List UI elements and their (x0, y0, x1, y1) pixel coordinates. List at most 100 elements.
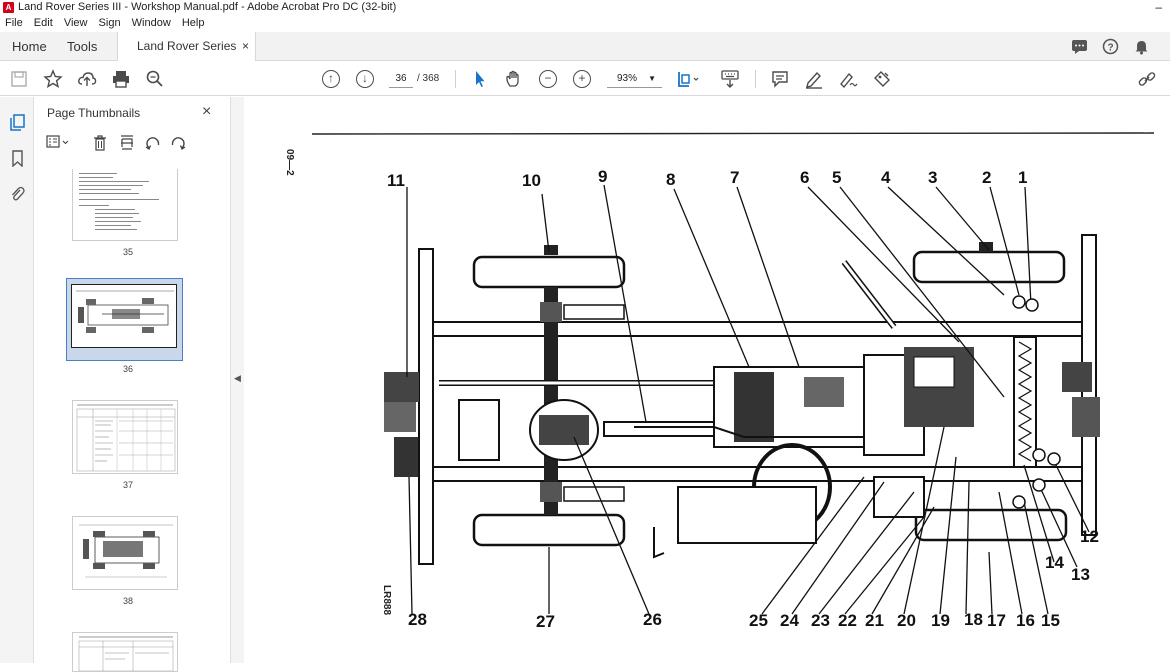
chassis-diagram (311, 132, 1155, 615)
zoom-out-icon[interactable]: − (539, 70, 557, 88)
thumbnail-options-icon[interactable] (46, 135, 70, 152)
zoom-value: 93% (617, 73, 638, 84)
window-title: Land Rover Series III - Workshop Manual.… (18, 1, 397, 13)
help-icon[interactable]: ? (1102, 38, 1119, 55)
callout-26: 26 (643, 610, 662, 629)
upload-cloud-icon[interactable] (77, 69, 97, 89)
tab-tools[interactable]: Tools (67, 32, 97, 61)
thumb-text-line (79, 199, 159, 200)
callout-24: 24 (780, 611, 799, 630)
thumbnail-page-36 (71, 284, 177, 348)
panel-collapse-handle[interactable]: ◀ (230, 97, 244, 663)
thumb-text-line (95, 225, 131, 226)
trash-icon[interactable] (93, 135, 107, 154)
print-icon[interactable] (111, 69, 131, 89)
callout-5: 5 (832, 168, 842, 187)
minimize-button[interactable]: – (1155, 0, 1162, 15)
highlight-pen-icon[interactable] (804, 69, 824, 89)
insert-page-icon[interactable] (120, 135, 134, 154)
acrobat-app-icon: A (3, 2, 14, 13)
thumbnail-label: 37 (122, 480, 133, 490)
collapse-left-icon[interactable]: ◀ (234, 373, 241, 384)
thumbnail-page-35[interactable] (72, 169, 178, 241)
page-reference: 09—2 (284, 149, 295, 176)
thumb-text-line (95, 209, 135, 210)
thumbnail-page-38[interactable] (72, 516, 178, 590)
comment-icon[interactable] (770, 69, 790, 89)
select-cursor-icon[interactable] (470, 69, 490, 89)
callout-2: 2 (982, 168, 992, 187)
zoom-select[interactable]: 93% ▼ (607, 70, 662, 88)
thumb-text-line (95, 217, 133, 218)
bell-icon[interactable] (1133, 38, 1150, 55)
attachment-icon[interactable] (9, 185, 26, 202)
figure-code: LR888 (381, 585, 392, 616)
thumbnail-page-37[interactable] (72, 400, 178, 474)
menu-edit[interactable]: Edit (34, 17, 53, 29)
panel-close-icon[interactable]: × (202, 103, 211, 121)
menu-file[interactable]: File (5, 17, 23, 29)
thumb-text-line (95, 221, 141, 222)
hand-tool-icon[interactable] (504, 69, 524, 89)
stamp-icon[interactable] (872, 69, 892, 89)
thumbnail-page-39[interactable] (72, 632, 178, 672)
thumb-text-line (95, 213, 139, 214)
zoom-search-icon[interactable] (145, 69, 165, 89)
callout-17: 17 (987, 611, 1006, 630)
previous-page-icon[interactable]: ↑ (322, 70, 340, 88)
rotate-left-icon[interactable] (145, 135, 161, 154)
tab-bar: Home Tools Land Rover Series II... × ? (0, 32, 1170, 82)
callout-1: 1 (1018, 168, 1028, 187)
svg-text:?: ? (1107, 43, 1113, 54)
toolbar-divider (755, 70, 756, 88)
callout-7: 7 (730, 168, 740, 187)
thumb-text-line (79, 173, 117, 174)
callout-8: 8 (666, 170, 676, 189)
callout-10: 10 (522, 171, 541, 190)
callout-28: 28 (408, 610, 427, 629)
callout-13: 13 (1071, 565, 1090, 584)
draw-sign-icon[interactable] (838, 69, 858, 89)
keyboard-scroll-icon[interactable] (720, 69, 740, 89)
callout-27: 27 (536, 612, 555, 631)
panel-title: Page Thumbnails (47, 106, 141, 120)
page-count: / 368 (417, 73, 440, 84)
callout-4: 4 (881, 168, 891, 187)
menu-window[interactable]: Window (132, 17, 171, 29)
page-thumbnails-icon[interactable] (9, 114, 26, 131)
next-page-icon[interactable]: ↓ (356, 70, 374, 88)
thumb-text-line (79, 181, 149, 182)
callout-15: 15 (1041, 611, 1060, 630)
rotate-right-icon[interactable] (170, 135, 186, 154)
menu-view[interactable]: View (64, 17, 88, 29)
page-number-input[interactable]: 36 (389, 70, 413, 88)
callout-12: 12 (1080, 527, 1099, 546)
document-view[interactable]: 09—2 LR888 11 10 9 8 7 6 5 4 3 2 1 12 14… (244, 97, 1170, 663)
menu-bar: File Edit View Sign Window Help (0, 15, 1170, 32)
callout-20: 20 (897, 611, 916, 630)
comment-bubble-icon[interactable] (1071, 38, 1088, 55)
callout-3: 3 (928, 168, 938, 187)
thumb-text-line (79, 177, 113, 178)
share-link-icon[interactable] (1137, 69, 1157, 89)
bookmark-star-icon[interactable] (43, 69, 63, 89)
callout-18: 18 (964, 610, 983, 629)
title-bar: A Land Rover Series III - Workshop Manua… (0, 0, 1170, 15)
tab-document[interactable]: Land Rover Series II... × (117, 32, 256, 82)
toolbar: ↑ ↓ 36 / 368 − + 93% ▼ (0, 61, 1170, 96)
menu-sign[interactable]: Sign (99, 17, 121, 29)
callout-23: 23 (811, 611, 830, 630)
bookmark-icon[interactable] (9, 150, 26, 168)
thumbnail-page-36-selected[interactable] (66, 278, 183, 361)
zoom-in-icon[interactable]: + (573, 70, 591, 88)
thumb-text-line (79, 205, 109, 206)
tab-close-icon[interactable]: × (242, 32, 249, 61)
tab-home[interactable]: Home (12, 32, 47, 61)
page-fit-icon[interactable] (675, 69, 703, 89)
callout-14: 14 (1045, 553, 1064, 572)
menu-help[interactable]: Help (182, 17, 205, 29)
thumbnail-label: 36 (122, 364, 133, 374)
chevron-down-icon: ▼ (648, 74, 656, 83)
thumb-text-line (95, 229, 137, 230)
save-icon[interactable] (9, 69, 29, 89)
